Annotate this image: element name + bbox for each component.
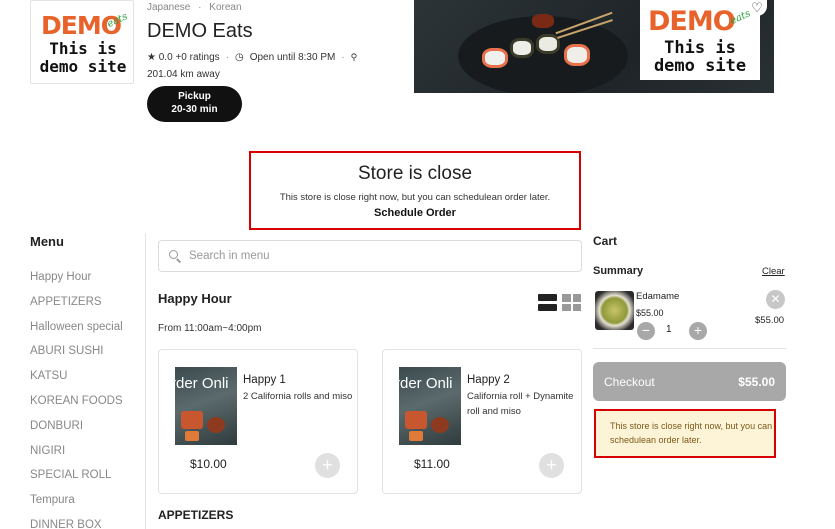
logo-line-2: demo site <box>39 57 127 76</box>
menu-category-list: Happy Hour APPETIZERS Halloween special … <box>30 270 123 529</box>
closed-title: Store is close <box>357 163 473 184</box>
store-logo: DEMO eats This is demo site <box>30 0 134 84</box>
cart-closed-notice: This store is close right now, but you c… <box>594 409 776 458</box>
plus-icon[interactable]: + <box>539 453 564 478</box>
product-price: $10.00 <box>190 457 227 471</box>
product-image: rder Onli <box>175 367 237 445</box>
banner-logo: DEMO eats This is demo site <box>640 0 760 80</box>
grid-view-icon[interactable] <box>562 294 581 311</box>
menu-category-item[interactable]: ABURI SUSHI <box>30 344 123 369</box>
cart-item-name: Edamame <box>636 291 680 302</box>
search-icon <box>169 250 181 262</box>
menu-category-item[interactable]: NIGIRI <box>30 444 123 469</box>
quantity-decrease-button[interactable]: − <box>637 322 655 340</box>
quantity-value: 1 <box>666 324 672 335</box>
close-icon[interactable]: ✕ <box>766 290 785 309</box>
menu-category-item[interactable]: KATSU <box>30 369 123 394</box>
section-hours: From 11:00am~4:00pm <box>158 323 262 334</box>
location-pin-icon[interactable]: ⚲ <box>351 52 358 63</box>
logo-line-1: This is <box>49 39 117 58</box>
cuisine-tag: Japanese <box>147 2 191 13</box>
menu-category-item[interactable]: Tempura <box>30 493 123 518</box>
store-hours: Open until 8:30 PM <box>249 52 336 63</box>
checkout-label: Checkout <box>604 374 655 389</box>
closed-text: This store is close right now, but you c… <box>279 192 551 203</box>
menu-category-item[interactable]: DONBURI <box>30 419 123 444</box>
pickup-button[interactable]: Pickup 20-30 min <box>147 86 242 122</box>
cart-title: Cart <box>593 234 618 248</box>
sidebar-divider <box>145 234 146 529</box>
cart-item-image <box>595 291 634 330</box>
clear-cart-link[interactable]: Clear <box>762 266 785 277</box>
menu-category-item[interactable]: SPECIAL ROLL <box>30 468 123 493</box>
section-title: APPETIZERS <box>158 508 234 522</box>
cuisine-tags: Japanese · Korean <box>147 2 242 13</box>
store-name: DEMO Eats <box>147 20 253 42</box>
product-image: rder Onli <box>399 367 461 445</box>
search-input[interactable] <box>189 250 569 262</box>
search-bar[interactable] <box>158 240 582 272</box>
quantity-increase-button[interactable]: + <box>689 322 707 340</box>
store-closed-banner: Store is close This store is close right… <box>249 151 581 230</box>
checkout-button[interactable]: Checkout $55.00 <box>593 362 786 401</box>
cart-item-total: $55.00 <box>755 315 785 326</box>
banner-logo-text: DEMO <box>648 6 736 37</box>
banner-logo-line-2: demo site <box>653 56 747 76</box>
product-name: Happy 1 <box>243 374 286 386</box>
store-distance: 201.04 km away <box>147 69 220 80</box>
banner-logo-line-1: This is <box>664 38 736 58</box>
product-description: California roll + Dynamite roll and miso <box>467 391 574 417</box>
clock-icon: ◷ <box>234 52 244 63</box>
view-toggle <box>538 294 581 311</box>
store-banner: DEMO eats This is demo site <box>414 0 774 93</box>
product-description: 2 California rolls and miso <box>243 391 353 402</box>
store-meta: ★ 0.0 +0 ratings · ◷ Open until 8:30 PM … <box>147 52 358 63</box>
product-card[interactable]: rder Onli Happy 2 California roll + Dyna… <box>382 349 582 494</box>
schedule-order-button[interactable]: Schedule Order <box>251 207 579 219</box>
rating: ★ 0.0 +0 ratings <box>147 52 220 63</box>
summary-label: Summary <box>593 265 644 277</box>
product-price: $11.00 <box>414 457 450 471</box>
cart-item-unit-price: $55.00 <box>636 308 664 318</box>
menu-category-item[interactable]: Halloween special <box>30 320 123 345</box>
pickup-label: Pickup <box>178 91 211 102</box>
menu-title: Menu <box>30 234 64 249</box>
section-title: Happy Hour <box>158 291 232 306</box>
menu-category-item[interactable]: DINNER BOX <box>30 518 123 529</box>
plus-icon[interactable]: + <box>315 453 340 478</box>
menu-category-item[interactable]: APPETIZERS <box>30 295 123 320</box>
checkout-amount: $55.00 <box>738 374 775 389</box>
product-card[interactable]: rder Onli Happy 1 2 California rolls and… <box>158 349 358 494</box>
cart-divider <box>593 348 786 349</box>
menu-category-item[interactable]: Happy Hour <box>30 270 123 295</box>
cuisine-tag: Korean <box>209 2 242 13</box>
product-name: Happy 2 <box>467 374 510 386</box>
pickup-time: 20-30 min <box>171 104 218 115</box>
list-view-icon[interactable] <box>538 294 557 311</box>
menu-category-item[interactable]: KOREAN FOODS <box>30 394 123 419</box>
